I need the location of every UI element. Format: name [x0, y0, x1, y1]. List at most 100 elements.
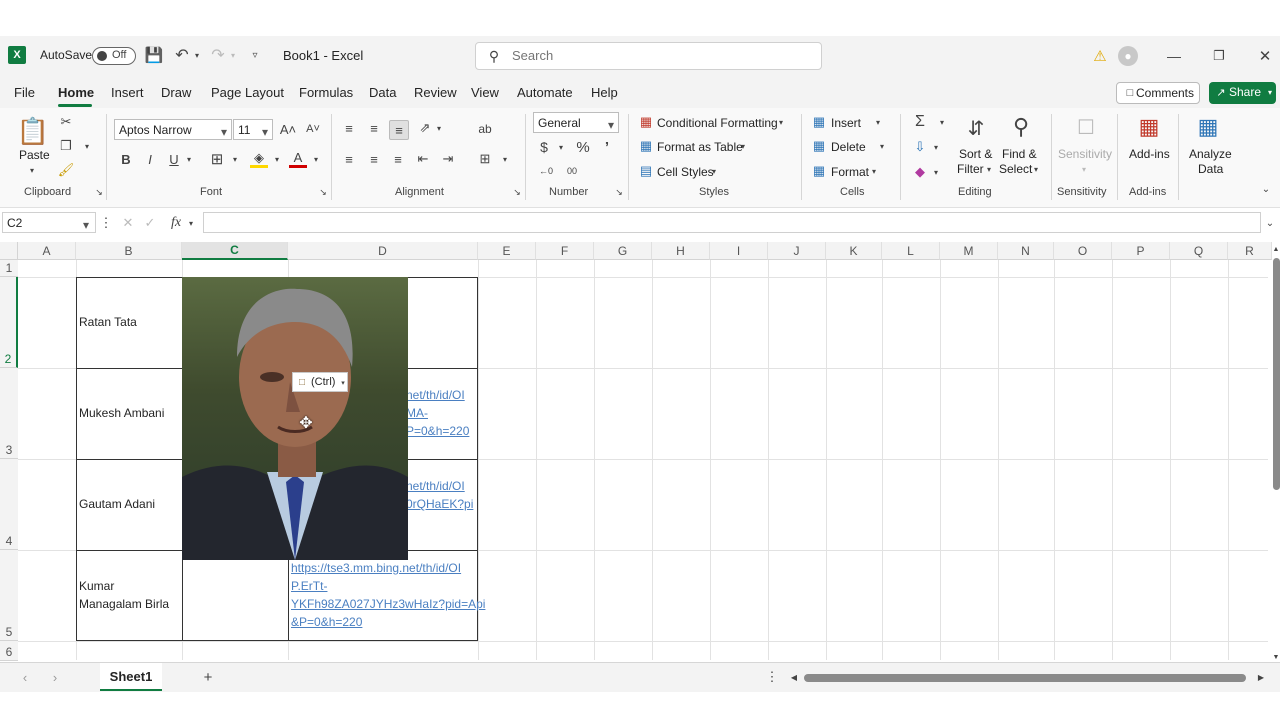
- number-format-select[interactable]: General ▾: [533, 112, 619, 133]
- image-link-row3[interactable]: net/th/id/OI MA- P=0&h=220: [406, 386, 469, 440]
- add-sheet-icon[interactable]: +: [200, 669, 216, 686]
- scroll-up-icon[interactable]: ▲: [1272, 244, 1280, 254]
- column-header-o[interactable]: O: [1054, 242, 1112, 260]
- undo-icon[interactable]: ↶: [172, 45, 192, 65]
- image-link-row5[interactable]: https://tse3.mm.bing.net/th/id/OI P.ErTt…: [291, 559, 485, 631]
- menu-home[interactable]: Home: [58, 85, 94, 100]
- align-bottom-icon[interactable]: ≡: [389, 120, 409, 140]
- restore-icon[interactable]: ❐: [1208, 46, 1230, 66]
- pasted-portrait-image[interactable]: [182, 277, 408, 560]
- image-link-row4[interactable]: net/th/id/OI 0rQHaEK?pi: [406, 477, 473, 513]
- row-header-3[interactable]: 3: [0, 368, 18, 459]
- font-name-select[interactable]: Aptos Narrow ▾: [114, 119, 232, 140]
- cancel-entry-icon[interactable]: ✕: [120, 214, 136, 232]
- format-cells-icon[interactable]: ▦: [811, 163, 827, 179]
- align-middle-icon[interactable]: ≡: [365, 120, 383, 136]
- confirm-entry-icon[interactable]: ✓: [142, 214, 158, 232]
- underline-dropdown-icon[interactable]: ▾: [184, 153, 194, 165]
- analyze-data-icon[interactable]: ▦: [1193, 112, 1223, 142]
- font-color-dropdown-icon[interactable]: ▾: [311, 153, 321, 165]
- decrease-indent-icon[interactable]: ⇤: [414, 151, 432, 167]
- sort-filter-label-line2[interactable]: Filter: [957, 162, 984, 176]
- sheet-tab-sheet1[interactable]: Sheet1: [100, 663, 162, 691]
- row-header-5[interactable]: 5: [0, 550, 18, 641]
- merge-dropdown-icon[interactable]: ▾: [500, 153, 510, 165]
- formula-input[interactable]: [203, 212, 1261, 233]
- column-header-g[interactable]: G: [594, 242, 652, 260]
- decrease-decimal-icon[interactable]: 00: [562, 163, 582, 179]
- analyze-data-label-line1[interactable]: Analyze: [1189, 147, 1232, 161]
- format-cells-label[interactable]: Format: [831, 165, 869, 179]
- cell-styles-label[interactable]: Cell Styles: [657, 165, 714, 179]
- column-header-h[interactable]: H: [652, 242, 710, 260]
- paste-icon[interactable]: 📋: [17, 114, 49, 148]
- paste-options-button[interactable]: □ (Ctrl) ▾: [292, 372, 348, 392]
- addins-label[interactable]: Add-ins: [1129, 147, 1170, 161]
- expand-formula-bar-icon[interactable]: ⌄: [1263, 214, 1277, 232]
- paste-label[interactable]: Paste: [19, 148, 50, 162]
- cell-c5[interactable]: [182, 550, 289, 641]
- row-header-6[interactable]: 6: [0, 641, 18, 661]
- scroll-right-icon[interactable]: ▶: [1256, 671, 1266, 683]
- currency-dropdown-icon[interactable]: ▾: [556, 141, 566, 153]
- alignment-launcher-icon[interactable]: ↘: [512, 186, 522, 198]
- fill-color-dropdown-icon[interactable]: ▾: [272, 153, 282, 165]
- column-header-q[interactable]: Q: [1170, 242, 1228, 260]
- number-launcher-icon[interactable]: ↘: [614, 186, 624, 198]
- wrap-text-icon[interactable]: ab: [476, 120, 494, 138]
- format-as-table-icon[interactable]: ▦: [638, 138, 654, 154]
- ribbon-collapse-icon[interactable]: ⌄: [1259, 182, 1273, 196]
- format-as-table-dropdown-icon[interactable]: ▾: [738, 140, 748, 152]
- format-cells-dropdown-icon[interactable]: ▾: [869, 165, 879, 177]
- column-header-m[interactable]: M: [940, 242, 998, 260]
- sheet-options-icon[interactable]: ⋮: [766, 669, 779, 685]
- row-header-2[interactable]: 2: [0, 277, 18, 368]
- next-sheet-icon[interactable]: ›: [48, 669, 62, 685]
- horizontal-scrollbar[interactable]: [804, 674, 1246, 682]
- orientation-dropdown-icon[interactable]: ▾: [434, 122, 444, 134]
- column-header-b[interactable]: B: [76, 242, 182, 260]
- menu-draw[interactable]: Draw: [161, 85, 191, 100]
- search-box[interactable]: ⚲: [475, 42, 822, 70]
- delete-cells-dropdown-icon[interactable]: ▾: [877, 140, 887, 152]
- name-box[interactable]: C2 ▾: [2, 212, 96, 233]
- align-left-icon[interactable]: ≡: [340, 151, 358, 167]
- more-options-icon[interactable]: ⋮: [100, 214, 113, 232]
- comma-style-icon[interactable]: ’: [600, 138, 614, 156]
- autosum-dropdown-icon[interactable]: ▾: [937, 116, 947, 128]
- autosave-toggle[interactable]: Off: [92, 47, 136, 65]
- share-button[interactable]: ↗ Share ▾: [1209, 82, 1276, 104]
- cell-styles-dropdown-icon[interactable]: ▾: [709, 165, 719, 177]
- menu-formulas[interactable]: Formulas: [299, 85, 353, 100]
- orientation-icon[interactable]: ⇗: [416, 120, 434, 136]
- menu-file[interactable]: File: [14, 85, 35, 100]
- increase-decimal-icon[interactable]: ←0: [536, 163, 556, 179]
- menu-data[interactable]: Data: [369, 85, 396, 100]
- row-header-4[interactable]: 4: [0, 459, 18, 550]
- menu-automate[interactable]: Automate: [517, 85, 573, 100]
- copy-dropdown-icon[interactable]: ▾: [82, 140, 92, 152]
- delete-cells-label[interactable]: Delete: [831, 140, 866, 154]
- addins-icon[interactable]: ▦: [1134, 112, 1164, 142]
- account-avatar-icon[interactable]: ●: [1118, 46, 1138, 66]
- font-color-icon[interactable]: A: [289, 150, 307, 168]
- conditional-formatting-dropdown-icon[interactable]: ▾: [776, 116, 786, 128]
- undo-dropdown-icon[interactable]: ▾: [192, 46, 202, 64]
- conditional-formatting-label[interactable]: Conditional Formatting: [657, 116, 778, 130]
- scroll-down-icon[interactable]: ▼: [1272, 652, 1280, 662]
- copy-icon[interactable]: ❐: [58, 138, 74, 154]
- select-all-corner[interactable]: [0, 242, 18, 260]
- borders-dropdown-icon[interactable]: ▾: [230, 153, 240, 165]
- font-size-select[interactable]: 11 ▾: [233, 119, 273, 140]
- column-header-l[interactable]: L: [882, 242, 940, 260]
- save-icon[interactable]: 💾: [145, 46, 164, 64]
- column-header-j[interactable]: J: [768, 242, 826, 260]
- fill-dropdown-icon[interactable]: ▾: [931, 141, 941, 153]
- column-header-i[interactable]: I: [710, 242, 768, 260]
- find-select-label-line2[interactable]: Select: [999, 162, 1032, 176]
- search-input[interactable]: [512, 48, 802, 63]
- function-dropdown-icon[interactable]: ▾: [186, 216, 196, 230]
- borders-icon[interactable]: ⊞: [208, 151, 226, 168]
- find-select-icon[interactable]: ⚲: [1006, 112, 1036, 142]
- autosum-icon[interactable]: Σ: [911, 113, 929, 131]
